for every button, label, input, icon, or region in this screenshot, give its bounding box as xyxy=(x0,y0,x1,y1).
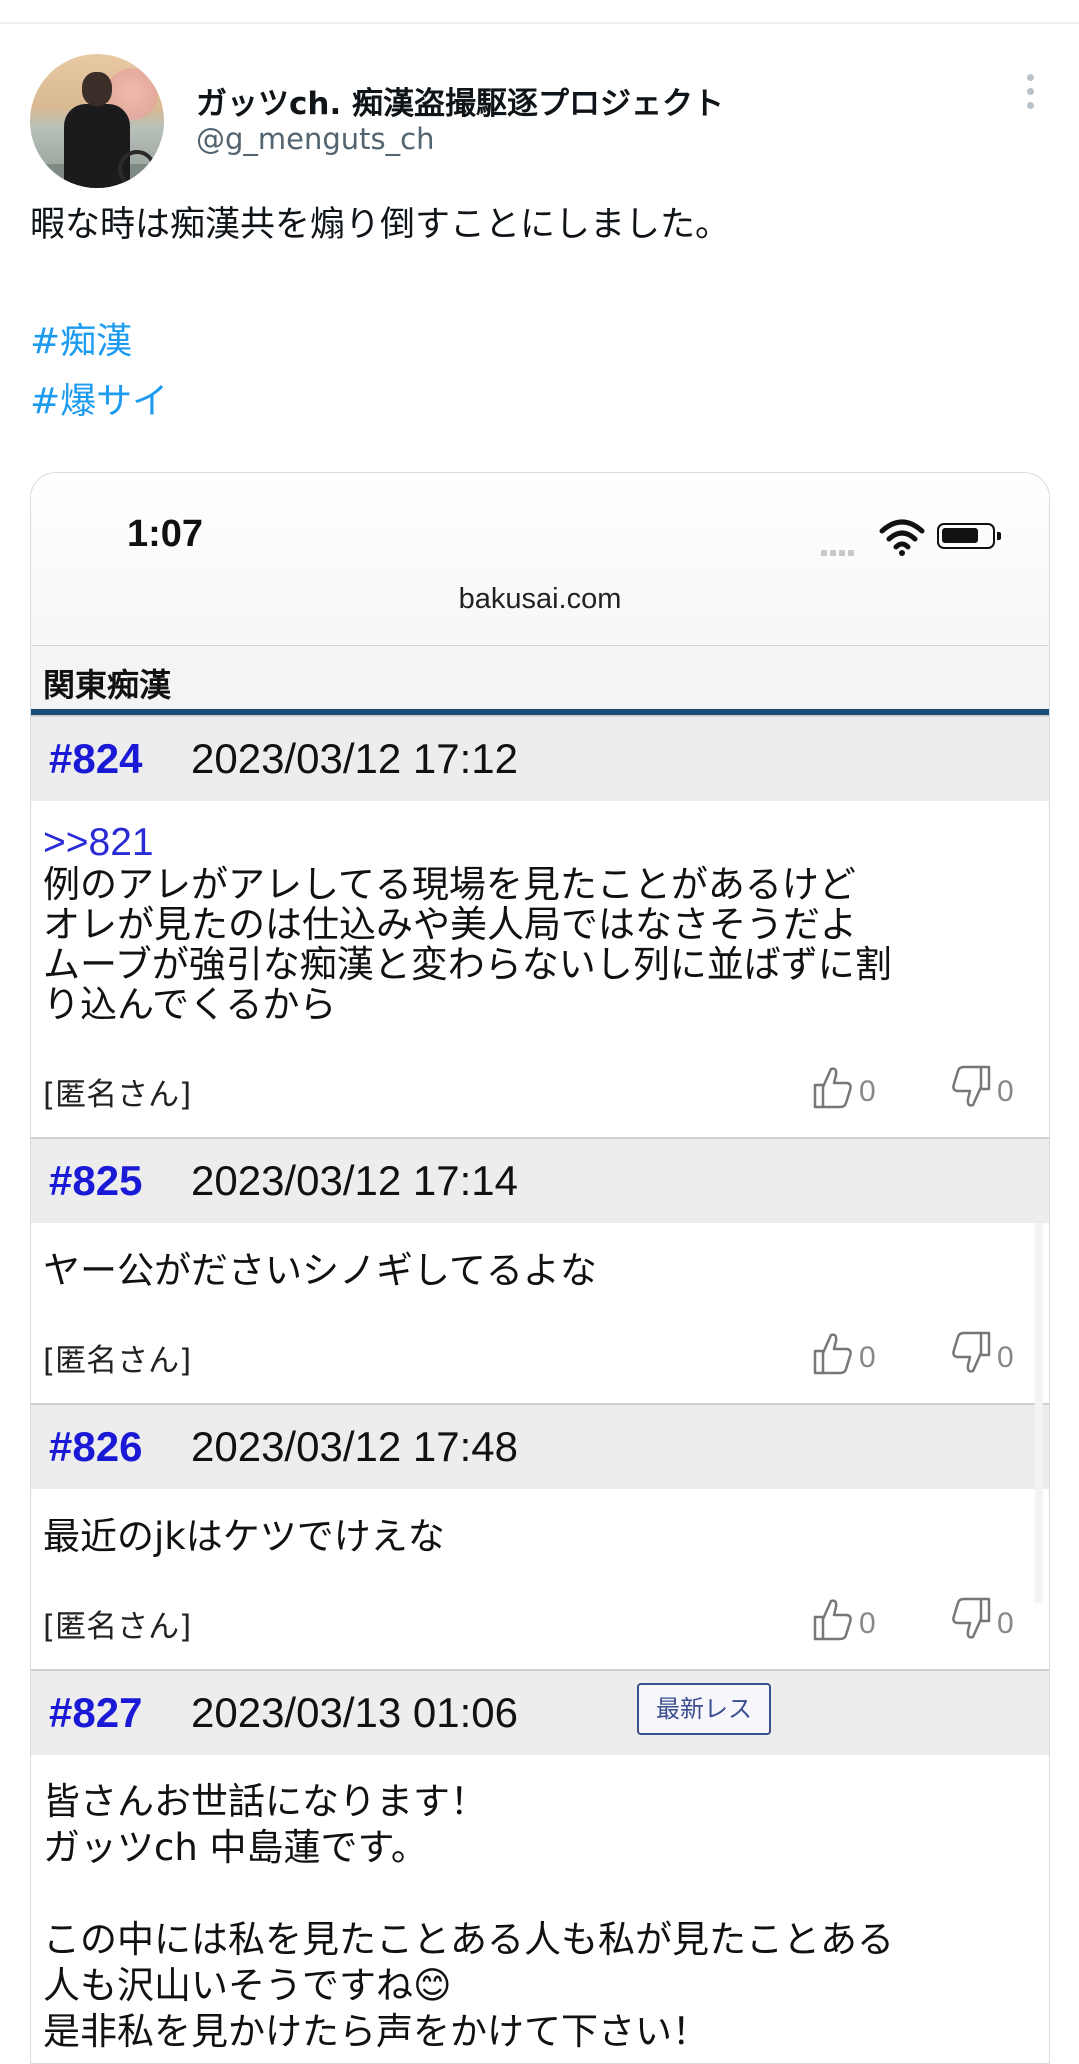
scrollbar[interactable] xyxy=(1035,1223,1043,1603)
hashtag-link[interactable]: #痴漢 xyxy=(30,312,132,364)
thumbs-down-icon xyxy=(952,1065,991,1107)
like-count: 0 xyxy=(859,1607,876,1640)
like-count: 0 xyxy=(859,1075,876,1108)
more-options-icon[interactable] xyxy=(1018,74,1042,116)
post-number[interactable]: #827 xyxy=(49,1689,142,1737)
post-number[interactable]: #825 xyxy=(49,1157,142,1205)
post-body: 例のアレがアレしてる現場を見たことがあるけど オレが見たのは仕込みや美人局ではな… xyxy=(43,863,892,1026)
avatar[interactable] xyxy=(30,54,164,188)
status-time: 1:07 xyxy=(127,513,204,555)
author-handle[interactable]: @g_menguts_ch xyxy=(196,122,434,156)
post-body: 最近のjkはケツでけえな xyxy=(43,1515,445,1558)
battery-icon xyxy=(937,523,1001,549)
post-date: 2023/03/13 01:06 xyxy=(191,1689,518,1736)
post-number[interactable]: #824 xyxy=(49,735,142,783)
post-header: #824 2023/03/12 17:12 xyxy=(31,715,1049,801)
post-date: 2023/03/12 17:48 xyxy=(191,1423,518,1470)
signal-icon xyxy=(821,541,857,560)
post-header: #825 2023/03/12 17:14 xyxy=(31,1137,1049,1223)
thumbs-up-icon xyxy=(813,1067,852,1109)
post-number[interactable]: #826 xyxy=(49,1423,142,1471)
top-divider xyxy=(0,22,1079,24)
post-author: [匿名さん] xyxy=(43,1609,192,1645)
vote-controls: 0 0 xyxy=(811,1063,1041,1115)
dislike-count: 0 xyxy=(997,1075,1014,1108)
hashtag-link[interactable]: #爆サイ xyxy=(30,372,168,424)
author-name[interactable]: ガッツch. 痴漢盗撮駆逐プロジェクト xyxy=(196,78,724,123)
vote-controls: 0 0 xyxy=(811,1595,1041,1647)
dislike-count: 0 xyxy=(997,1607,1014,1640)
thumbs-down-icon xyxy=(952,1597,991,1639)
phone-status-bar: 1:07 bakusai.com xyxy=(31,473,1049,645)
board-header: 関東痴漢 xyxy=(31,645,1049,710)
board-title: 関東痴漢 xyxy=(43,666,172,704)
post-author: [匿名さん] xyxy=(43,1343,192,1379)
post-date: 2023/03/12 17:14 xyxy=(191,1157,518,1204)
tweet-text: 暇な時は痴漢共を煽り倒すことにしました。 xyxy=(30,205,731,245)
browser-domain: bakusai.com xyxy=(458,583,622,615)
thumbs-up-icon xyxy=(813,1333,852,1375)
post-body: 皆さんお世話になります！ ガッツch 中島蓮です。 この中には私を見たことある人… xyxy=(43,1780,894,2053)
post-header: #827 2023/03/13 01:06 最新レス xyxy=(31,1669,1049,1755)
thumbs-down-icon xyxy=(952,1331,991,1373)
post-body: ヤー公がださいシノギしてるよな xyxy=(43,1249,597,1292)
wifi-icon xyxy=(879,519,925,556)
latest-reply-badge: 最新レス xyxy=(637,1683,771,1735)
thumbs-up-icon xyxy=(813,1599,852,1641)
dislike-count: 0 xyxy=(997,1341,1014,1374)
like-count: 0 xyxy=(859,1341,876,1374)
vote-controls: 0 0 xyxy=(811,1329,1041,1381)
reply-anchor-link[interactable]: >>821 xyxy=(43,821,154,865)
post-header: #826 2023/03/12 17:48 xyxy=(31,1403,1049,1489)
post-date: 2023/03/12 17:12 xyxy=(191,735,518,782)
embedded-screenshot[interactable]: 1:07 bakusai.com 関東痴漢 #824 2023/03/12 17… xyxy=(30,472,1050,2064)
post-author: [匿名さん] xyxy=(43,1077,192,1113)
